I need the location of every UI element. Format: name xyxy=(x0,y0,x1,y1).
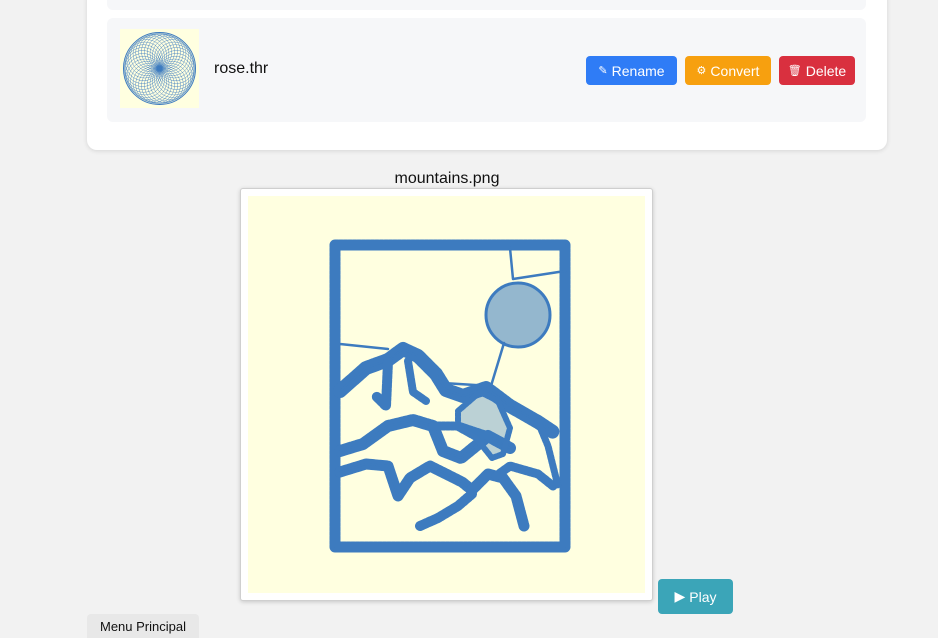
files-panel: rose.thr ✎ Rename ⚙ Convert 🗑 Delete xyxy=(87,0,887,150)
convert-label: Convert xyxy=(710,62,760,79)
convert-button[interactable]: ⚙ Convert xyxy=(685,56,771,85)
delete-button[interactable]: 🗑 Delete xyxy=(779,56,855,85)
play-icon: ▶ xyxy=(674,588,686,604)
gear-icon: ⚙ xyxy=(696,65,707,77)
file-row: rose.thr ✎ Rename ⚙ Convert 🗑 Delete xyxy=(107,18,866,122)
main-menu-tab[interactable]: Menu Principal xyxy=(87,614,199,638)
trash-icon: 🗑 xyxy=(787,65,802,77)
play-label: Play xyxy=(689,588,717,605)
preview-title: mountains.png xyxy=(394,170,500,187)
spiral-rose-pattern-icon xyxy=(120,29,199,108)
mountains-pattern-icon xyxy=(329,239,571,553)
previous-file-row xyxy=(107,0,866,10)
file-name: rose.thr xyxy=(214,60,269,77)
rename-button[interactable]: ✎ Rename xyxy=(586,56,677,85)
main-menu-label: Menu Principal xyxy=(100,618,186,634)
play-button[interactable]: ▶ Play xyxy=(658,579,733,614)
preview-canvas xyxy=(248,196,645,593)
pencil-icon: ✎ xyxy=(598,65,608,77)
preview-frame xyxy=(240,188,653,601)
rename-label: Rename xyxy=(611,62,665,79)
file-thumbnail[interactable] xyxy=(120,29,199,108)
delete-label: Delete xyxy=(805,62,847,79)
